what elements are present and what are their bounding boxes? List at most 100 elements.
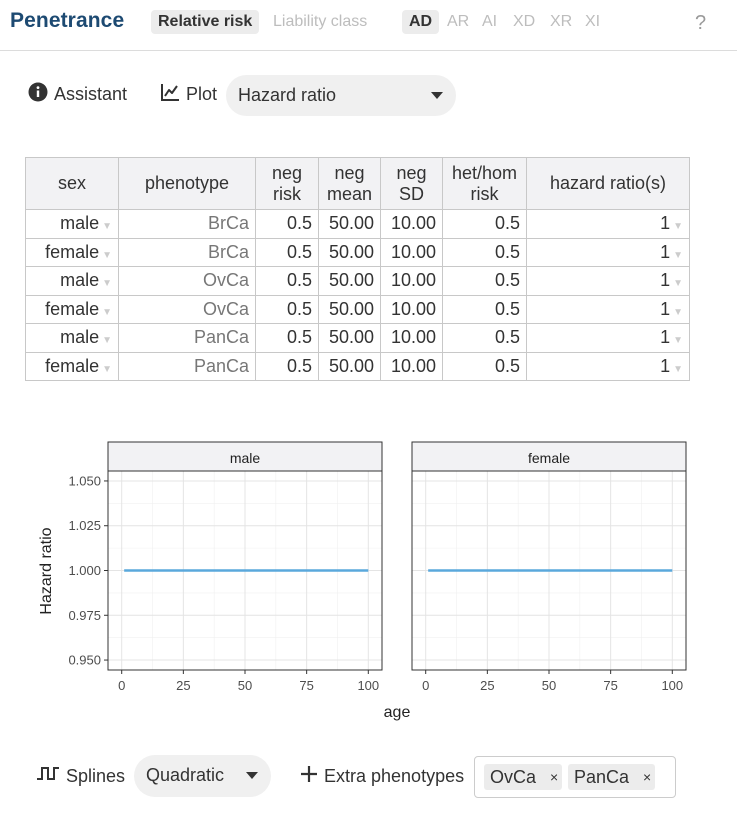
inheritance-xr[interactable]: XR xyxy=(543,10,579,34)
cell-sex[interactable]: male ▼ xyxy=(25,323,119,353)
col-neg-sd-label: neg SD xyxy=(396,162,427,204)
cell-het-hom-risk[interactable]: 0.5 xyxy=(442,209,527,239)
cell-hazard-ratio[interactable]: 1 ▼ xyxy=(526,237,690,267)
assistant-button[interactable]: Assistant xyxy=(28,82,127,107)
cell-value: 1 xyxy=(660,355,671,376)
plot-label-group: Plot xyxy=(160,82,217,107)
dropdown-arrow-icon: ▼ xyxy=(102,306,112,318)
cell-sex[interactable]: male ▼ xyxy=(25,266,119,296)
cell-value: 1 xyxy=(660,241,671,262)
cell-neg-sd[interactable]: 10.00 xyxy=(380,237,443,267)
cell-neg-mean[interactable]: 50.00 xyxy=(318,294,381,324)
x-tick-label: 75 xyxy=(299,678,313,693)
top-bar: Penetrance Relative risk Liability class… xyxy=(0,0,737,51)
cell-neg-risk[interactable]: 0.5 xyxy=(255,294,319,324)
cell-het-hom-risk[interactable]: 0.5 xyxy=(442,323,527,353)
cell-hazard-ratio[interactable]: 1 ▼ xyxy=(526,209,690,239)
cell-neg-mean[interactable]: 50.00 xyxy=(318,266,381,296)
splines-value: Quadratic xyxy=(146,765,225,785)
cell-neg-sd[interactable]: 10.00 xyxy=(380,323,443,353)
cell-neg-sd[interactable]: 10.00 xyxy=(380,209,443,239)
cell-neg-risk[interactable]: 0.5 xyxy=(255,209,319,239)
cell-phenotype[interactable]: BrCa▼ xyxy=(118,237,256,267)
help-button[interactable]: ? xyxy=(695,12,706,35)
cell-phenotype[interactable]: PanCa▼ xyxy=(118,351,256,381)
dropdown-arrow-icon: ▼ xyxy=(673,335,683,347)
tab-relative-risk[interactable]: Relative risk xyxy=(151,10,260,34)
cell-value: 10.00 xyxy=(390,355,436,376)
plot-label: Plot xyxy=(186,84,218,104)
remove-tag-icon[interactable]: × xyxy=(643,769,651,785)
splines-label: Splines xyxy=(66,766,126,786)
dropdown-arrow-icon: ▼ xyxy=(102,335,112,347)
cell-neg-risk[interactable]: 0.5 xyxy=(255,237,319,267)
y-tick-label: 1.050 xyxy=(68,473,101,488)
cell-value: 10.00 xyxy=(390,270,436,291)
cell-neg-sd[interactable]: 10.00 xyxy=(380,266,443,296)
phenotype-table: sex phenotype neg risk neg mean neg SD h… xyxy=(25,157,690,381)
col-neg-mean: neg mean xyxy=(318,157,381,210)
splines-label-group: Splines xyxy=(36,764,125,789)
splines-select[interactable]: Quadratic xyxy=(134,755,271,797)
cell-value: 0.5 xyxy=(286,327,312,348)
cell-value: 10.00 xyxy=(390,213,436,234)
remove-tag-icon[interactable]: × xyxy=(550,769,558,785)
inheritance-ar[interactable]: AR xyxy=(440,10,476,34)
y-tick-label: 0.950 xyxy=(68,653,101,668)
cell-sex[interactable]: male ▼ xyxy=(25,209,119,239)
plot-type-value: Hazard ratio xyxy=(238,85,337,105)
cell-value: 1 xyxy=(660,213,671,234)
cell-value: 0.5 xyxy=(286,355,312,376)
cell-neg-mean[interactable]: 50.00 xyxy=(318,351,381,381)
cell-hazard-ratio[interactable]: 1 ▼ xyxy=(526,294,690,324)
inheritance-xi[interactable]: XI xyxy=(578,10,607,34)
cell-het-hom-risk[interactable]: 0.5 xyxy=(442,266,527,296)
cell-neg-risk[interactable]: 0.5 xyxy=(255,266,319,296)
extra-phenotypes-input[interactable]: OvCa × PanCa × xyxy=(474,756,676,798)
dropdown-arrow-icon: ▼ xyxy=(673,221,683,233)
cell-neg-sd[interactable]: 10.00 xyxy=(380,294,443,324)
cell-phenotype[interactable]: OvCa▼ xyxy=(118,294,256,324)
cell-het-hom-risk[interactable]: 0.5 xyxy=(442,294,527,324)
cell-phenotype[interactable]: PanCa▼ xyxy=(118,323,256,353)
cell-neg-mean[interactable]: 50.00 xyxy=(318,237,381,267)
inheritance-xd[interactable]: XD xyxy=(506,10,542,34)
cell-phenotype[interactable]: BrCa▼ xyxy=(118,209,256,239)
cell-neg-risk[interactable]: 0.5 xyxy=(255,323,319,353)
cell-value: female xyxy=(45,298,100,319)
inheritance-ad[interactable]: AD xyxy=(402,10,440,34)
cell-sex[interactable]: female ▼ xyxy=(25,294,119,324)
cell-neg-mean[interactable]: 50.00 xyxy=(318,323,381,353)
cell-phenotype[interactable]: OvCa▼ xyxy=(118,266,256,296)
dropdown-arrow-icon: ▼ xyxy=(673,249,683,261)
cell-neg-mean[interactable]: 50.00 xyxy=(318,209,381,239)
cell-neg-risk[interactable]: 0.5 xyxy=(255,351,319,381)
table-row: male▼OvCa▼0.550.0010.000.51▼ xyxy=(25,266,690,296)
cell-hazard-ratio[interactable]: 1 ▼ xyxy=(526,351,690,381)
cell-neg-sd[interactable]: 10.00 xyxy=(380,351,443,381)
table-row: male▼PanCa▼0.550.0010.000.51▼ xyxy=(25,323,690,353)
cell-value: 1 xyxy=(660,270,671,291)
cell-value: 0.5 xyxy=(494,241,520,262)
tab-liability-class[interactable]: Liability class xyxy=(266,10,374,34)
cell-value: 10.00 xyxy=(390,298,436,319)
x-tick-label: 50 xyxy=(238,678,252,693)
cell-sex[interactable]: female ▼ xyxy=(25,351,119,381)
dropdown-arrow-icon: ▼ xyxy=(102,221,112,233)
cell-het-hom-risk[interactable]: 0.5 xyxy=(442,351,527,381)
cell-sex[interactable]: female ▼ xyxy=(25,237,119,267)
extra-phenotypes-label-group: Extra phenotypes xyxy=(300,765,464,788)
table-row: female▼BrCa▼0.550.0010.000.51▼ xyxy=(25,237,690,267)
cell-hazard-ratio[interactable]: 1 ▼ xyxy=(526,323,690,353)
cell-value: 50.00 xyxy=(328,327,374,348)
cell-value: BrCa xyxy=(207,213,249,234)
cell-hazard-ratio[interactable]: 1 ▼ xyxy=(526,266,690,296)
plot-type-select[interactable]: Hazard ratio xyxy=(226,75,456,116)
cell-value: 50.00 xyxy=(328,213,374,234)
cell-het-hom-risk[interactable]: 0.5 xyxy=(442,237,527,267)
inheritance-ai[interactable]: AI xyxy=(475,10,504,34)
cell-value: PanCa xyxy=(193,327,249,348)
line-chart-icon xyxy=(160,82,180,107)
cell-value: 0.5 xyxy=(286,213,312,234)
cell-value: 10.00 xyxy=(390,241,436,262)
